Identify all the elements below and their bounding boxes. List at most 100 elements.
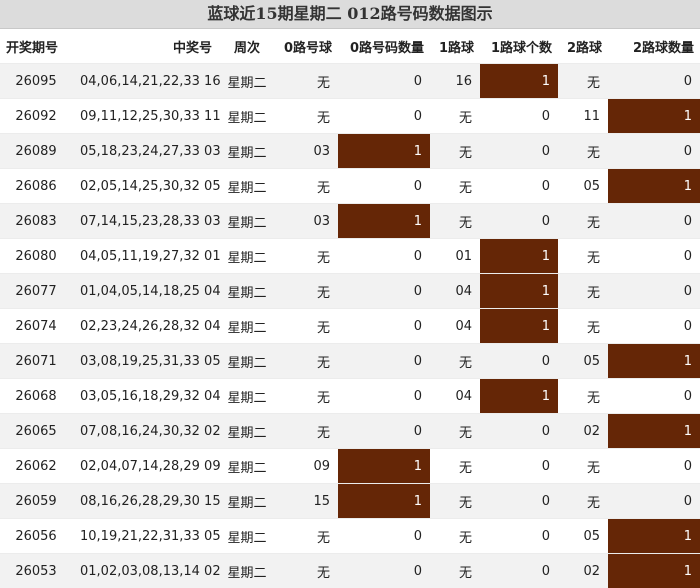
table-row: 2608905,18,23,24,27,33 03星期二031无0无0 xyxy=(0,134,700,169)
cell-road2-ball: 无 xyxy=(558,309,608,344)
cell-issue: 26059 xyxy=(0,484,72,519)
cell-road0-count: 1 xyxy=(338,449,430,484)
cell-numbers: 02,05,14,25,30,32 05 xyxy=(72,169,218,204)
cell-week: 星期二 xyxy=(218,99,276,134)
cell-road1-count: 0 xyxy=(480,554,558,588)
cell-road1-ball: 04 xyxy=(430,274,480,309)
cell-road2-ball: 05 xyxy=(558,169,608,204)
table-row: 2605301,02,03,08,13,14 02星期二无0无0021 xyxy=(0,554,700,588)
cell-road0-count: 0 xyxy=(338,169,430,204)
cell-numbers: 08,16,26,28,29,30 15 xyxy=(72,484,218,519)
header-week: 周次 xyxy=(218,29,276,64)
cell-road2-count: 1 xyxy=(608,344,700,379)
table-row: 2606202,04,07,14,28,29 09星期二091无0无0 xyxy=(0,449,700,484)
cell-road2-ball: 无 xyxy=(558,204,608,239)
cell-week: 星期二 xyxy=(218,169,276,204)
cell-road1-ball: 无 xyxy=(430,554,480,588)
cell-road1-count: 0 xyxy=(480,344,558,379)
cell-road0-ball: 无 xyxy=(276,274,338,309)
cell-road1-ball: 04 xyxy=(430,309,480,344)
table-row: 2605908,16,26,28,29,30 15星期二151无0无0 xyxy=(0,484,700,519)
cell-road0-count: 0 xyxy=(338,519,430,554)
cell-road0-ball: 无 xyxy=(276,169,338,204)
table-row: 2608602,05,14,25,30,32 05星期二无0无0051 xyxy=(0,169,700,204)
cell-road0-count: 0 xyxy=(338,274,430,309)
cell-issue: 26056 xyxy=(0,519,72,554)
table-row: 2607103,08,19,25,31,33 05星期二无0无0051 xyxy=(0,344,700,379)
cell-numbers: 02,23,24,26,28,32 04 xyxy=(72,309,218,344)
cell-road0-count: 1 xyxy=(338,134,430,169)
header-road2: 2路球 xyxy=(558,29,608,64)
cell-road0-ball: 无 xyxy=(276,344,338,379)
cell-road2-count: 0 xyxy=(608,309,700,344)
cell-road2-ball: 11 xyxy=(558,99,608,134)
cell-issue: 26089 xyxy=(0,134,72,169)
cell-road2-ball: 无 xyxy=(558,134,608,169)
cell-week: 星期二 xyxy=(218,484,276,519)
cell-road2-count: 0 xyxy=(608,134,700,169)
cell-issue: 26095 xyxy=(0,64,72,99)
table-row: 2609209,11,12,25,30,33 11星期二无0无0111 xyxy=(0,99,700,134)
cell-road1-count: 0 xyxy=(480,414,558,449)
cell-numbers: 07,08,16,24,30,32 02 xyxy=(72,414,218,449)
cell-road2-count: 1 xyxy=(608,519,700,554)
cell-road2-count: 1 xyxy=(608,554,700,588)
table-row: 2607701,04,05,14,18,25 04星期二无0041无0 xyxy=(0,274,700,309)
cell-road1-count: 1 xyxy=(480,239,558,274)
cell-road2-ball: 无 xyxy=(558,274,608,309)
cell-road1-count: 0 xyxy=(480,134,558,169)
header-road2-count: 2路球数量 xyxy=(608,29,700,64)
header-numbers: 中奖号 xyxy=(72,29,218,64)
cell-week: 星期二 xyxy=(218,344,276,379)
cell-week: 星期二 xyxy=(218,309,276,344)
cell-road0-ball: 无 xyxy=(276,64,338,99)
cell-week: 星期二 xyxy=(218,414,276,449)
cell-road0-ball: 09 xyxy=(276,449,338,484)
cell-issue: 26092 xyxy=(0,99,72,134)
cell-issue: 26077 xyxy=(0,274,72,309)
cell-road2-ball: 05 xyxy=(558,519,608,554)
cell-road1-count: 1 xyxy=(480,64,558,99)
cell-road0-ball: 无 xyxy=(276,379,338,414)
cell-week: 星期二 xyxy=(218,64,276,99)
table-row: 2606803,05,16,18,29,32 04星期二无0041无0 xyxy=(0,379,700,414)
cell-numbers: 10,19,21,22,31,33 05 xyxy=(72,519,218,554)
cell-road0-count: 0 xyxy=(338,554,430,588)
cell-week: 星期二 xyxy=(218,554,276,588)
cell-road1-count: 0 xyxy=(480,519,558,554)
cell-week: 星期二 xyxy=(218,449,276,484)
cell-issue: 26080 xyxy=(0,239,72,274)
cell-road2-count: 0 xyxy=(608,64,700,99)
table-row: 2606507,08,16,24,30,32 02星期二无0无0021 xyxy=(0,414,700,449)
table-row: 2609504,06,14,21,22,33 16星期二无0161无0 xyxy=(0,64,700,99)
cell-issue: 26074 xyxy=(0,309,72,344)
header-road0: 0路号球 xyxy=(276,29,338,64)
data-table: 开奖期号 中奖号 周次 0路号球 0路号码数量 1路球 1路球个数 2路球 2路… xyxy=(0,29,700,588)
cell-issue: 26083 xyxy=(0,204,72,239)
cell-road0-ball: 无 xyxy=(276,414,338,449)
cell-numbers: 09,11,12,25,30,33 11 xyxy=(72,99,218,134)
cell-road0-ball: 无 xyxy=(276,309,338,344)
cell-road1-ball: 无 xyxy=(430,519,480,554)
cell-road1-count: 1 xyxy=(480,309,558,344)
cell-week: 星期二 xyxy=(218,204,276,239)
cell-issue: 26053 xyxy=(0,554,72,588)
chart-container: 蓝球近15期星期二 012路号码数据图示 开奖期号 中奖号 周次 0路号球 0路… xyxy=(0,0,700,574)
cell-road1-ball: 无 xyxy=(430,449,480,484)
cell-issue: 26086 xyxy=(0,169,72,204)
cell-road2-ball: 无 xyxy=(558,379,608,414)
table-body: 2609504,06,14,21,22,33 16星期二无0161无026092… xyxy=(0,64,700,588)
cell-road2-count: 0 xyxy=(608,484,700,519)
cell-road0-count: 0 xyxy=(338,309,430,344)
table-row: 2608004,05,11,19,27,32 01星期二无0011无0 xyxy=(0,239,700,274)
cell-road2-ball: 无 xyxy=(558,239,608,274)
chart-title: 蓝球近15期星期二 012路号码数据图示 xyxy=(0,0,700,29)
cell-road0-count: 0 xyxy=(338,414,430,449)
cell-week: 星期二 xyxy=(218,274,276,309)
header-issue: 开奖期号 xyxy=(0,29,72,64)
cell-road0-ball: 无 xyxy=(276,239,338,274)
cell-road2-count: 0 xyxy=(608,204,700,239)
cell-road2-count: 0 xyxy=(608,449,700,484)
table-row: 2605610,19,21,22,31,33 05星期二无0无0051 xyxy=(0,519,700,554)
cell-road2-count: 1 xyxy=(608,99,700,134)
